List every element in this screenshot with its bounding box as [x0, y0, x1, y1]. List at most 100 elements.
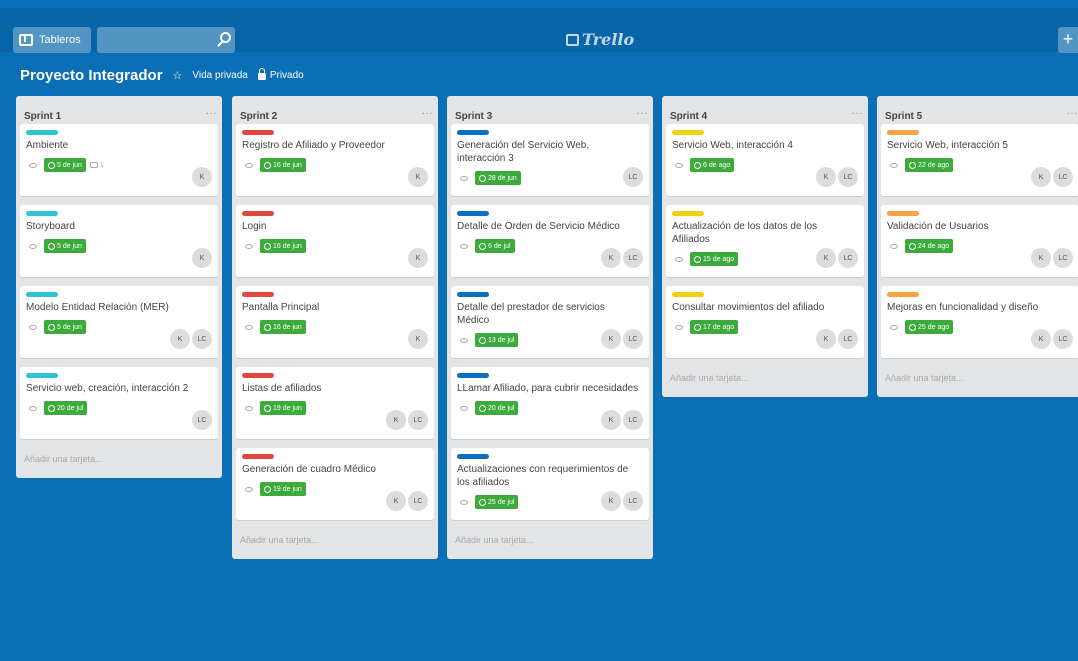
member-avatar[interactable]: K — [408, 167, 428, 187]
add-card-link[interactable]: Añadir una tarjeta... — [447, 529, 653, 559]
due-date-badge[interactable]: 5 de jun — [44, 158, 86, 172]
card-label[interactable] — [26, 292, 58, 297]
card[interactable]: Pantalla Principal 16 de jun K — [236, 286, 434, 359]
list-menu-icon[interactable]: … — [205, 103, 217, 117]
member-avatar[interactable]: LC — [408, 491, 428, 511]
member-avatar[interactable]: LC — [192, 329, 212, 349]
card[interactable]: Consultar movimientos del afiliado 17 de… — [666, 286, 864, 359]
card-label[interactable] — [26, 211, 58, 216]
list-menu-icon[interactable]: … — [636, 103, 648, 117]
card[interactable]: Servicio Web, interacción 4 6 de ago K LC — [666, 124, 864, 197]
member-avatar[interactable]: K — [601, 410, 621, 430]
due-date-badge[interactable]: 6 de ago — [690, 158, 735, 172]
card-label[interactable] — [672, 130, 704, 135]
visibility-button[interactable]: Vida privada — [192, 70, 247, 81]
list-menu-icon[interactable]: … — [1066, 103, 1078, 117]
member-avatar[interactable]: LC — [408, 410, 428, 430]
member-avatar[interactable]: K — [408, 248, 428, 268]
list-title[interactable]: Sprint 3 — [455, 111, 492, 122]
due-date-badge[interactable]: 25 de ago — [905, 320, 954, 334]
add-card-link[interactable]: Añadir una tarjeta... — [16, 448, 222, 478]
list-header[interactable]: Sprint 3 … — [447, 96, 653, 124]
card[interactable]: Modelo Entidad Relación (MER) 5 de jun K… — [20, 286, 218, 359]
member-avatar[interactable]: K — [601, 329, 621, 349]
member-avatar[interactable]: K — [386, 491, 406, 511]
card-label[interactable] — [26, 130, 58, 135]
card-label[interactable] — [887, 130, 919, 135]
card[interactable]: Detalle del prestador de servicios Médic… — [451, 286, 649, 359]
list-menu-icon[interactable]: … — [421, 103, 433, 117]
due-date-badge[interactable]: 16 de jun — [260, 158, 306, 172]
member-avatar[interactable]: LC — [623, 491, 643, 511]
member-avatar[interactable]: LC — [623, 248, 643, 268]
member-avatar[interactable]: K — [192, 248, 212, 268]
card[interactable]: LLamar Afiliado, para cubrir necesidades… — [451, 367, 649, 440]
card-label[interactable] — [457, 454, 489, 459]
due-date-badge[interactable]: 22 de ago — [905, 158, 954, 172]
due-date-badge[interactable]: 28 de jun — [475, 171, 521, 185]
member-avatar[interactable]: K — [816, 248, 836, 268]
due-date-badge[interactable]: 5 de jun — [44, 239, 86, 253]
due-date-badge[interactable]: 16 de jun — [260, 239, 306, 253]
due-date-badge[interactable]: 15 de ago — [690, 252, 739, 266]
add-card-link[interactable]: Añadir una tarjeta... — [232, 529, 438, 559]
star-button[interactable]: ☆ — [173, 69, 183, 82]
card[interactable]: Ambiente 5 de jun 1 K — [20, 124, 218, 197]
card[interactable]: Registro de Afiliado y Proveedor 16 de j… — [236, 124, 434, 197]
list-title[interactable]: Sprint 1 — [24, 111, 61, 122]
search-input[interactable] — [97, 27, 235, 53]
member-avatar[interactable]: LC — [1053, 329, 1073, 349]
card-label[interactable] — [672, 211, 704, 216]
member-avatar[interactable]: LC — [838, 329, 858, 349]
card-label[interactable] — [457, 373, 489, 378]
member-avatar[interactable]: LC — [623, 410, 643, 430]
due-date-badge[interactable]: 5 de jun — [44, 320, 86, 334]
card-label[interactable] — [242, 454, 274, 459]
card[interactable]: Actualización de los datos de los Afilia… — [666, 205, 864, 278]
list-title[interactable]: Sprint 2 — [240, 111, 277, 122]
member-avatar[interactable]: LC — [623, 329, 643, 349]
card-label[interactable] — [887, 211, 919, 216]
card[interactable]: Servicio web, creación, interacción 2 20… — [20, 367, 218, 440]
card-label[interactable] — [242, 211, 274, 216]
member-avatar[interactable]: LC — [838, 248, 858, 268]
card[interactable]: Storyboard 5 de jun K — [20, 205, 218, 278]
list-header[interactable]: Sprint 1 … — [16, 96, 222, 124]
member-avatar[interactable]: K — [386, 410, 406, 430]
member-avatar[interactable]: K — [1031, 329, 1051, 349]
member-avatar[interactable]: K — [1031, 167, 1051, 187]
card-label[interactable] — [457, 130, 489, 135]
list-header[interactable]: Sprint 4 … — [662, 96, 868, 124]
member-avatar[interactable]: K — [408, 329, 428, 349]
member-avatar[interactable]: K — [1031, 248, 1051, 268]
list-title[interactable]: Sprint 4 — [670, 111, 707, 122]
team-button[interactable]: Privado — [257, 68, 304, 81]
card[interactable]: Detalle de Orden de Servicio Médico 6 de… — [451, 205, 649, 278]
due-date-badge[interactable]: 6 de jul — [475, 239, 515, 253]
boards-button[interactable]: Tableros — [13, 27, 91, 53]
member-avatar[interactable]: LC — [1053, 167, 1073, 187]
card-label[interactable] — [242, 373, 274, 378]
board-title[interactable]: Proyecto Integrador — [20, 67, 163, 84]
member-avatar[interactable]: K — [601, 248, 621, 268]
due-date-badge[interactable]: 19 de jun — [260, 482, 306, 496]
due-date-badge[interactable]: 19 de jun — [260, 401, 306, 415]
list-title[interactable]: Sprint 5 — [885, 111, 922, 122]
card-label[interactable] — [242, 292, 274, 297]
member-avatar[interactable]: LC — [1053, 248, 1073, 268]
member-avatar[interactable]: K — [816, 329, 836, 349]
due-date-badge[interactable]: 16 de jun — [260, 320, 306, 334]
due-date-badge[interactable]: 25 de jul — [475, 495, 519, 509]
list-header[interactable]: Sprint 2 … — [232, 96, 438, 124]
due-date-badge[interactable]: 24 de ago — [905, 239, 954, 253]
search-icon[interactable] — [220, 32, 231, 43]
card[interactable]: Generación de cuadro Médico 19 de jun KL… — [236, 448, 434, 521]
due-date-badge[interactable]: 20 de jul — [475, 401, 519, 415]
member-avatar[interactable]: K — [601, 491, 621, 511]
card[interactable]: Generación del Servicio Web, interacción… — [451, 124, 649, 197]
add-card-link[interactable]: Añadir una tarjeta... — [662, 367, 868, 397]
list-header[interactable]: Sprint 5 … — [877, 96, 1078, 124]
card-label[interactable] — [26, 373, 58, 378]
card-label[interactable] — [457, 292, 489, 297]
member-avatar[interactable]: LC — [623, 167, 643, 187]
